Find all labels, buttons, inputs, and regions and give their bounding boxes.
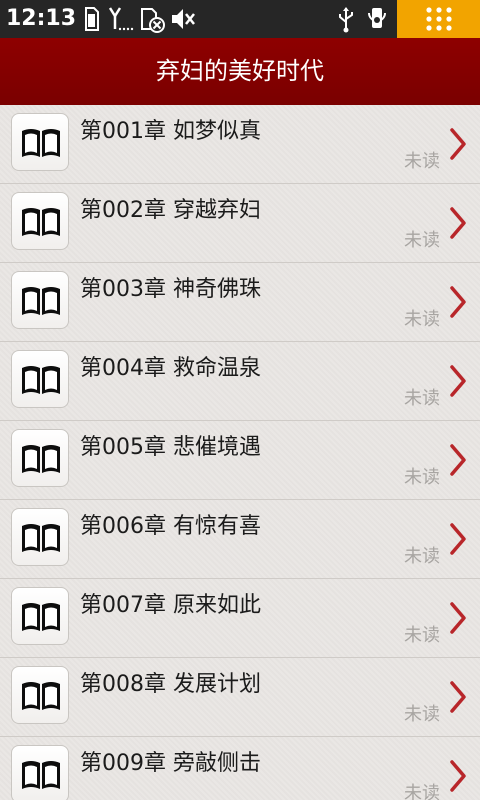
book-icon-button xyxy=(11,745,69,800)
book-icon-button xyxy=(11,192,69,250)
read-status: 未读 xyxy=(404,309,440,330)
usb-icon xyxy=(339,7,353,33)
chevron-right-icon xyxy=(450,128,466,160)
book-icon xyxy=(22,129,60,157)
chapter-row[interactable]: 第008章 发展计划 未读 xyxy=(0,658,480,737)
read-status: 未读 xyxy=(404,467,440,488)
book-icon-button xyxy=(11,113,69,171)
book-icon-button xyxy=(11,350,69,408)
clock: 12:13 xyxy=(6,6,77,31)
chapter-title: 第006章 有惊有喜 xyxy=(80,514,261,539)
book-icon-button xyxy=(11,271,69,329)
chevron-right-icon xyxy=(450,286,466,318)
chapter-title: 第007章 原来如此 xyxy=(80,593,261,618)
book-icon-button xyxy=(11,508,69,566)
read-status: 未读 xyxy=(404,625,440,646)
chapter-row[interactable]: 第007章 原来如此 未读 xyxy=(0,579,480,658)
chapter-list[interactable]: 第001章 如梦似真 未读 第002章 穿越弃妇 未读 第003章 神奇佛珠 未… xyxy=(0,105,480,800)
book-icon xyxy=(22,208,60,236)
chapter-title: 第008章 发展计划 xyxy=(80,672,261,697)
chevron-right-icon xyxy=(450,681,466,713)
usb-debug-icon xyxy=(368,8,386,28)
chapter-title: 第009章 旁敲侧击 xyxy=(80,751,261,776)
read-status: 未读 xyxy=(404,704,440,725)
read-status: 未读 xyxy=(404,546,440,567)
book-icon xyxy=(22,603,60,631)
status-bar: 12:13 xyxy=(0,0,480,38)
chevron-right-icon xyxy=(450,444,466,476)
chapter-title: 第001章 如梦似真 xyxy=(80,119,261,144)
book-icon-button xyxy=(11,429,69,487)
book-icon-button xyxy=(11,587,69,645)
read-status: 未读 xyxy=(404,230,440,251)
book-icon xyxy=(22,366,60,394)
book-icon xyxy=(22,445,60,473)
book-icon xyxy=(22,287,60,315)
chevron-right-icon xyxy=(450,365,466,397)
title-bar: 弃妇的美好时代 xyxy=(0,38,480,105)
page-title: 弃妇的美好时代 xyxy=(156,57,324,85)
chevron-right-icon xyxy=(450,602,466,634)
mute-icon xyxy=(172,9,195,29)
signal-icon xyxy=(108,7,134,31)
sd-card-icon xyxy=(85,7,99,31)
chevron-right-icon xyxy=(450,523,466,555)
chevron-right-icon xyxy=(450,207,466,239)
no-sim-icon xyxy=(141,8,165,33)
book-icon xyxy=(22,761,60,789)
chapter-row[interactable]: 第005章 悲催境遇 未读 xyxy=(0,421,480,500)
read-status: 未读 xyxy=(404,388,440,409)
chapter-row[interactable]: 第001章 如梦似真 未读 xyxy=(0,105,480,184)
chapter-row[interactable]: 第002章 穿越弃妇 未读 xyxy=(0,184,480,263)
book-icon-button xyxy=(11,666,69,724)
chevron-right-icon xyxy=(450,760,466,792)
chapter-row[interactable]: 第006章 有惊有喜 未读 xyxy=(0,500,480,579)
book-icon xyxy=(22,682,60,710)
chapter-title: 第002章 穿越弃妇 xyxy=(80,198,261,223)
launcher-grid-icon xyxy=(426,7,452,31)
read-status: 未读 xyxy=(404,151,440,172)
chapter-row[interactable]: 第004章 救命温泉 未读 xyxy=(0,342,480,421)
book-icon xyxy=(22,524,60,552)
read-status: 未读 xyxy=(404,783,440,800)
chapter-row[interactable]: 第003章 神奇佛珠 未读 xyxy=(0,263,480,342)
chapter-title: 第003章 神奇佛珠 xyxy=(80,277,261,302)
chapter-title: 第005章 悲催境遇 xyxy=(80,435,261,460)
chapter-title: 第004章 救命温泉 xyxy=(80,356,261,381)
launcher-button[interactable] xyxy=(397,0,480,38)
chapter-row[interactable]: 第009章 旁敲侧击 未读 xyxy=(0,737,480,800)
